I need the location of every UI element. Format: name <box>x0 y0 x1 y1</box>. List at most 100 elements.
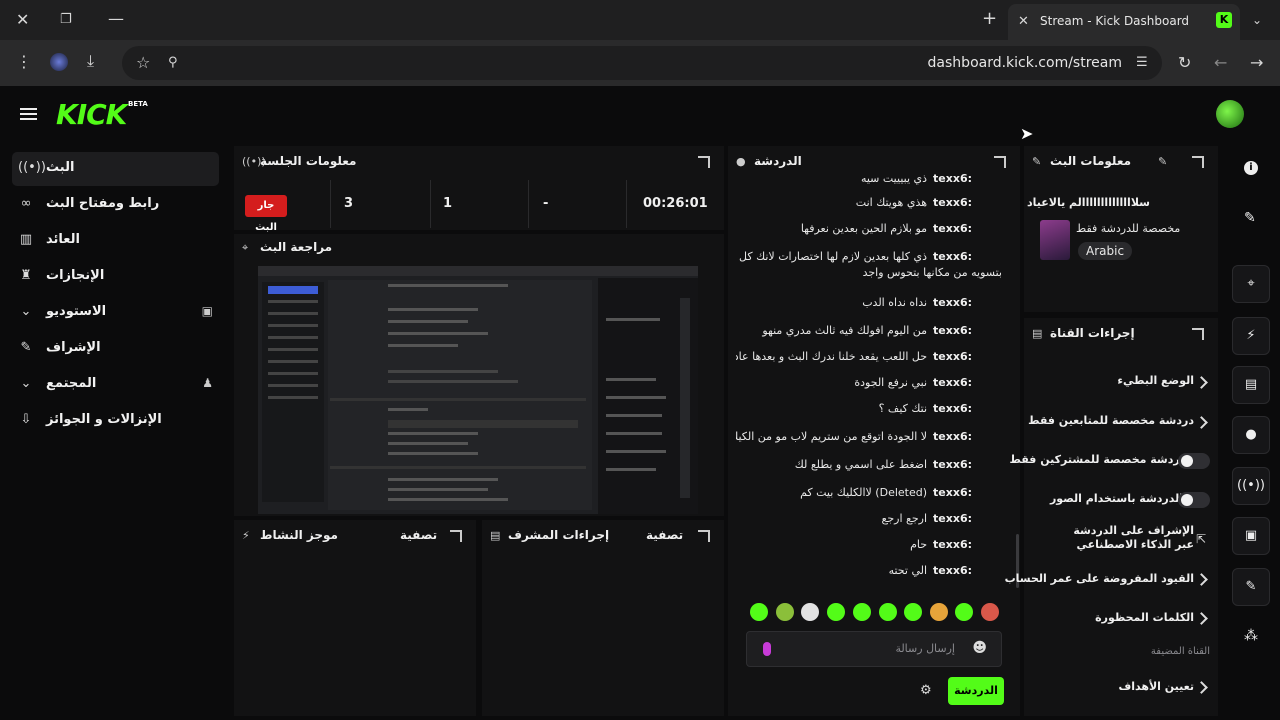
gear-icon[interactable]: ⚙ <box>920 683 932 698</box>
emote[interactable] <box>853 603 871 621</box>
emote-only-toggle[interactable] <box>1178 492 1210 508</box>
sidebar-item-achievements[interactable]: ♜ الإنجازات <box>12 260 219 294</box>
chat-username[interactable]: texx6: <box>933 350 972 363</box>
chat-username[interactable]: texx6: <box>933 376 972 389</box>
preview-rail-button[interactable]: ⌖ <box>1232 265 1270 303</box>
microphone-icon[interactable] <box>763 642 771 656</box>
chat-message[interactable]: مو بلازم الحين بعدين نعرفها texx6: <box>801 222 972 242</box>
chat-rail-button[interactable]: ● <box>1232 416 1270 454</box>
subscribers-only-toggle[interactable] <box>1178 453 1210 469</box>
profile-icon[interactable] <box>50 53 68 71</box>
chat-input[interactable]: إرسال رسالة ☻ <box>746 631 1002 667</box>
session-rail-button[interactable]: ▣ <box>1232 517 1270 555</box>
expand-icon[interactable] <box>450 530 462 542</box>
category-thumbnail[interactable] <box>1040 220 1070 260</box>
chat-username[interactable]: texx6: <box>933 402 972 415</box>
chat-message[interactable]: الي تحته texx6: <box>889 564 972 584</box>
sidebar-item-studio[interactable]: ⌄ الاستوديو ▣ <box>12 296 219 330</box>
chat-message[interactable]: اضغط على اسمي و يطلع لك texx6: <box>795 458 972 478</box>
chat-message[interactable]: لا الجودة اتوقع من ستريم لاب مو من الكيك… <box>736 430 972 450</box>
emote[interactable] <box>776 603 794 621</box>
stream-preview-video[interactable] <box>258 266 698 514</box>
chat-username[interactable]: texx6: <box>933 538 972 551</box>
chat-username[interactable]: texx6: <box>933 222 972 235</box>
hamburger-menu-icon[interactable] <box>20 108 37 120</box>
chat-message[interactable]: نداه نداه الدب texx6: <box>862 296 972 316</box>
emote[interactable] <box>930 603 948 621</box>
emote[interactable] <box>981 603 999 621</box>
chat-username[interactable]: texx6: <box>933 430 972 443</box>
search-icon[interactable]: ⚲ <box>168 55 178 71</box>
avatar[interactable] <box>1216 100 1244 128</box>
chat-username[interactable]: texx6: <box>933 196 972 209</box>
expand-icon[interactable] <box>1192 156 1204 168</box>
chat-message[interactable]: ارجع ارجع texx6: <box>881 512 972 532</box>
menu-dots-icon[interactable]: ⋮ <box>16 54 32 70</box>
chat-username[interactable]: texx6: <box>933 296 972 309</box>
emoji-icon[interactable]: ☻ <box>972 640 987 656</box>
emote[interactable] <box>801 603 819 621</box>
session-duration: 00:26:01 <box>643 196 708 211</box>
new-tab-icon[interactable]: + <box>982 10 997 28</box>
stream-info-title: معلومات البث <box>1050 154 1132 168</box>
minimize-window-icon[interactable]: — <box>108 11 124 27</box>
chat-username[interactable]: texx6: <box>933 250 972 263</box>
chat-message[interactable]: لاالكليك بيت كم (Deleted) texx6: <box>800 486 972 506</box>
document-rail-button[interactable]: ▤ <box>1232 366 1270 404</box>
pencil-icon[interactable]: ✎ <box>1244 210 1256 226</box>
chat-message[interactable]: هذي هويتك انت texx6: <box>856 196 972 216</box>
expand-icon[interactable] <box>994 156 1006 168</box>
info-icon[interactable]: i <box>1244 161 1258 175</box>
forward-icon[interactable]: ← <box>1214 55 1227 71</box>
restore-window-icon[interactable]: ❐ <box>60 12 72 28</box>
sidebar-item-stream-key[interactable]: ∞ رابط ومفتاح البث <box>12 188 219 222</box>
chat-message[interactable]: بتسويه من مكانها بتحوس واجد <box>863 266 1002 286</box>
chat-username[interactable]: texx6: <box>933 458 972 471</box>
chat-message[interactable]: حل اللعب يقعد خلنا ندرك البث و بعدها عاد… <box>736 350 972 370</box>
chevron-down-icon[interactable]: ⌄ <box>1252 12 1262 28</box>
filter-button[interactable]: تصفية <box>646 528 683 542</box>
chat-message[interactable]: نتك كيف ؟ texx6: <box>879 402 972 422</box>
emote[interactable] <box>904 603 922 621</box>
sidebar-item-revenue[interactable]: ▥ العائد <box>12 224 219 258</box>
sidebar-item-stream[interactable]: ((•)) البث <box>12 152 219 186</box>
url-text[interactable]: dashboard.kick.com/stream <box>928 55 1122 71</box>
chat-message[interactable]: ذي يبيييت سيه texx6: <box>861 172 972 192</box>
expand-icon[interactable] <box>1192 328 1204 340</box>
chat-username[interactable]: texx6: <box>933 172 972 185</box>
chat-username[interactable]: texx6: <box>933 324 972 337</box>
emote[interactable] <box>827 603 845 621</box>
kick-logo[interactable]: KICK <box>56 98 127 131</box>
sidebar-item-drops[interactable]: ⇩ الإنزالات و الجوائز <box>12 404 219 438</box>
wrench-rail-button[interactable]: ✎ <box>1232 568 1270 606</box>
star-icon[interactable]: ☆ <box>136 55 150 71</box>
external-link-icon: ⇱ <box>1196 532 1207 546</box>
lightning-rail-button[interactable]: ⚡ <box>1232 317 1270 355</box>
send-chat-button[interactable]: الدردشة <box>948 677 1004 705</box>
expand-icon[interactable] <box>698 530 710 542</box>
filter-button[interactable]: تصفية <box>400 528 437 542</box>
sidebar-item-moderation[interactable]: ✎ الإشراف <box>12 332 219 366</box>
broadcast-rail-button[interactable]: ((•)) <box>1232 467 1270 505</box>
close-tab-icon[interactable]: ✕ <box>1018 14 1029 30</box>
reload-icon[interactable]: ↻ <box>1178 55 1191 71</box>
emote[interactable] <box>955 603 973 621</box>
expand-icon[interactable] <box>698 156 710 168</box>
chat-username[interactable]: texx6: <box>933 564 972 577</box>
download-icon[interactable]: ⤓ <box>87 53 94 69</box>
chat-message[interactable]: حام texx6: <box>910 538 972 558</box>
chat-username[interactable]: texx6: <box>933 486 972 499</box>
site-settings-icon[interactable]: ☰ <box>1136 55 1148 71</box>
emote[interactable] <box>879 603 897 621</box>
more-icon[interactable]: ⁂ <box>1244 628 1258 644</box>
tab-kick-dashboard[interactable]: ✕ Stream - Kick Dashboard K <box>1008 4 1240 40</box>
back-icon[interactable]: → <box>1250 55 1263 71</box>
chat-message[interactable]: من اليوم افولك فيه ثالث مدري منهو texx6: <box>762 324 972 344</box>
edit-icon[interactable]: ✎ <box>1158 155 1167 168</box>
chat-message[interactable]: نبي نرفع الجودة texx6: <box>854 376 972 396</box>
sidebar-item-community[interactable]: ⌄ المجتمع ♟ <box>12 368 219 402</box>
chat-username[interactable]: texx6: <box>933 512 972 525</box>
emote[interactable] <box>750 603 768 621</box>
language-badge: Arabic <box>1078 242 1133 260</box>
close-window-icon[interactable]: ✕ <box>16 12 29 28</box>
